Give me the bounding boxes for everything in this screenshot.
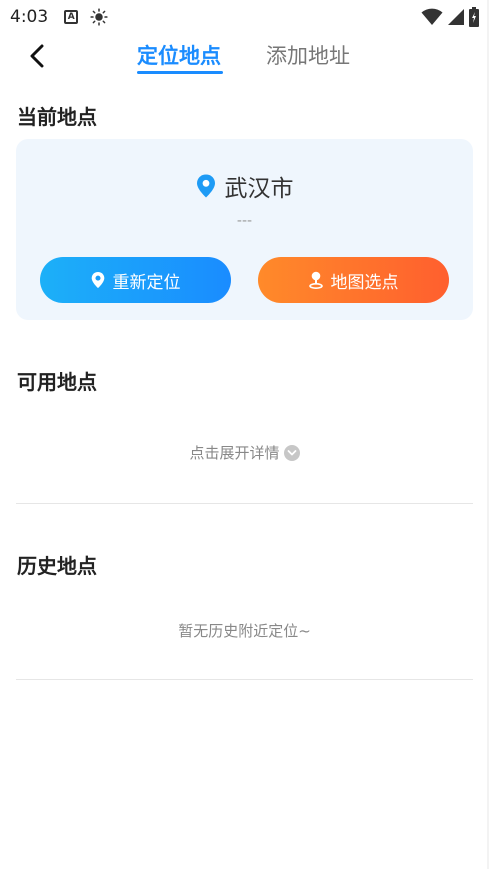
address-detail: --- [236,213,253,229]
history-locations-title: 历史地点 [17,554,97,578]
expand-details-row[interactable]: 点击展开详情 [0,442,489,463]
location-pin-icon [196,174,215,198]
section-divider [16,679,473,680]
current-location-title: 当前地点 [17,105,97,129]
brightness-icon [90,8,108,26]
history-empty-hint: 暂无历史附近定位~ [0,620,489,641]
map-pick-label: 地图选点 [330,272,399,293]
chevron-down-icon[interactable] [283,444,300,461]
city-name: 武汉市 [224,176,294,202]
map-pick-button[interactable]: 地图选点 [258,257,449,303]
active-tab-indicator [137,71,223,74]
wifi-icon [421,8,443,25]
tab-locate[interactable]: 定位地点 [137,40,221,70]
status-icons [421,7,479,27]
map-pin-icon [308,271,323,289]
tab-add-address[interactable]: 添加地址 [266,40,350,70]
relocate-label: 重新定位 [112,272,181,293]
signal-icon [448,9,464,25]
chevron-left-icon [30,44,44,68]
status-time: 4:03 [10,7,49,27]
section-divider [16,503,473,504]
available-locations-title: 可用地点 [17,370,97,394]
history-empty-label: 暂无历史附近定位~ [178,622,311,640]
battery-icon [469,7,479,27]
header: 定位地点 添加地址 [0,34,489,78]
notification-a-icon: A [64,10,79,24]
expand-details-label: 点击展开详情 [189,444,280,462]
city-row: 武汉市 [16,169,473,203]
current-location-card: 武汉市 --- 重新定位 地图选点 [16,139,473,320]
relocate-button[interactable]: 重新定位 [40,257,231,303]
back-button[interactable] [22,42,52,70]
status-bar: 4:03 A [0,0,489,34]
location-pin-icon [91,271,104,289]
